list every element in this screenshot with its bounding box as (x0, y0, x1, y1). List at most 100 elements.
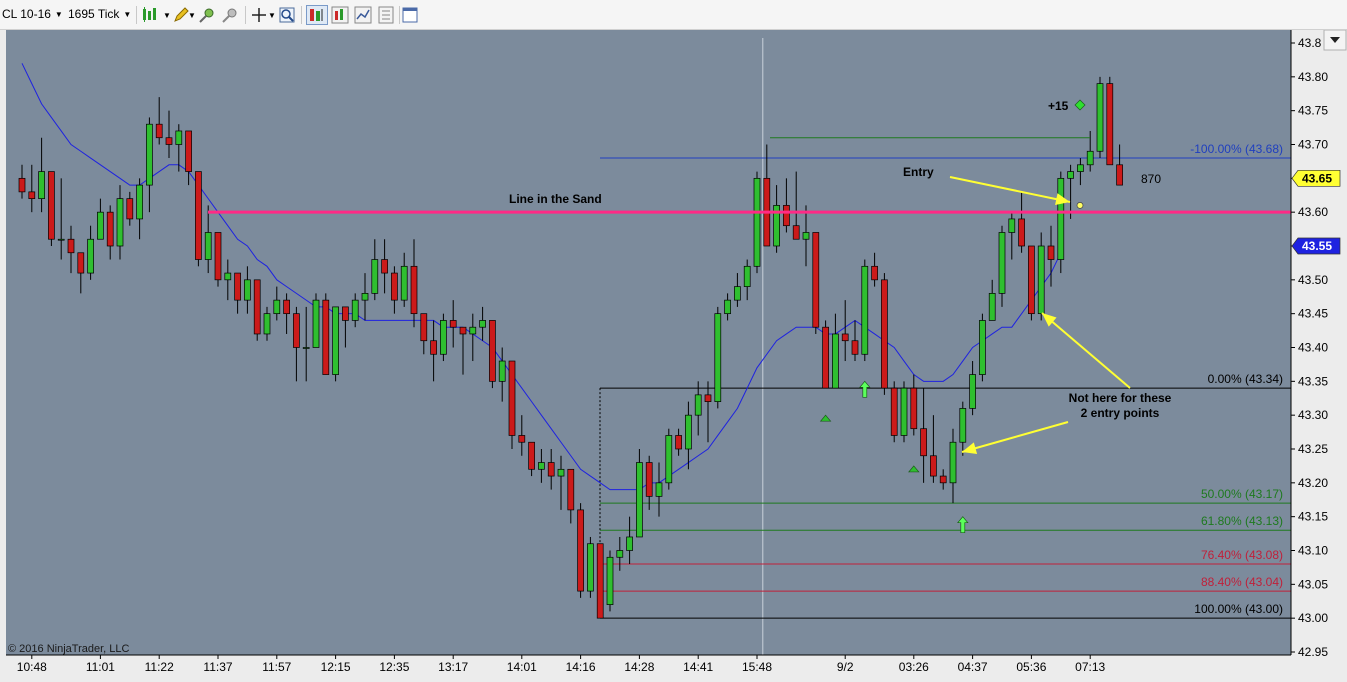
chevron-down-icon[interactable]: ▼ (188, 11, 196, 20)
candle-body (459, 326, 467, 335)
interval-selector[interactable]: 1695 Tick ▼ (68, 7, 131, 21)
candle-body (557, 468, 565, 477)
candle-body (734, 286, 741, 301)
indicators-icon[interactable] (331, 6, 349, 24)
toolbar-divider (301, 6, 302, 24)
chevron-down-icon[interactable]: ▼ (163, 11, 171, 20)
candle-body (890, 387, 898, 436)
zoom-icon[interactable] (278, 6, 296, 24)
chart-properties-icon[interactable] (377, 6, 395, 24)
instrument-selector[interactable]: CL 10-16 ▼ (2, 7, 63, 21)
fib-level-label: 88.40% (43.04) (1201, 575, 1283, 589)
candle-body (430, 340, 437, 355)
price-tick-label: 43.05 (1298, 577, 1328, 591)
candle-body (293, 313, 300, 348)
candle-body (528, 441, 535, 470)
price-tick-label: 43.50 (1298, 273, 1328, 287)
time-tick-label: 11:01 (86, 660, 115, 674)
candle-body (547, 462, 555, 477)
candle-body (155, 123, 163, 139)
time-tick-label: 9/2 (837, 660, 854, 674)
candle-body (489, 320, 496, 382)
crosshair-minus-icon[interactable] (221, 6, 239, 24)
candle-body (900, 387, 908, 436)
candle-body (214, 232, 222, 281)
window-icon[interactable] (401, 6, 419, 24)
time-tick-label: 14:01 (507, 660, 537, 674)
candle-body (704, 394, 712, 402)
chart-toolbar: CL 10-16 ▼ 1695 Tick ▼ ▼ ▼ ▼ (0, 0, 1347, 30)
not-here-label-line2: 2 entry points (1081, 406, 1160, 420)
time-tick-label: 12:15 (321, 660, 351, 674)
price-tick-label: 43.75 (1298, 104, 1328, 118)
price-tick-label: 43.80 (1298, 70, 1328, 84)
time-tick-label: 15:48 (742, 660, 772, 674)
candle-body (332, 306, 339, 375)
candle-body (616, 550, 624, 558)
interval-label: 1695 Tick (68, 7, 120, 21)
candle-body (596, 543, 604, 619)
tick-counter: 870 (1141, 172, 1161, 186)
candle-body (185, 130, 192, 172)
candle-body (969, 374, 976, 409)
strategies-icon[interactable] (354, 6, 372, 24)
fib-level-label: 50.00% (43.17) (1201, 487, 1283, 501)
time-tick-label: 11:37 (203, 660, 232, 674)
candle-body (920, 428, 927, 457)
price-tick-label: 43.15 (1298, 510, 1328, 524)
crosshair-icon[interactable] (250, 6, 268, 24)
candle-body (420, 313, 428, 342)
candle-body (959, 408, 967, 443)
candle-body (67, 238, 75, 254)
price-tick-label: 43.45 (1298, 307, 1328, 321)
time-tick-label: 14:41 (683, 660, 713, 674)
fib-level-label: 0.00% (43.34) (1208, 372, 1283, 386)
candle-body (312, 299, 320, 348)
entry-point-dot (1076, 202, 1084, 209)
candle-body (204, 232, 212, 260)
time-tick-label: 11:57 (262, 660, 291, 674)
toolbar-divider (136, 6, 137, 24)
candle-body (988, 293, 996, 321)
candle-body (685, 414, 692, 450)
candle-body (841, 333, 849, 342)
candle-body (871, 265, 878, 281)
candle-body (1047, 245, 1055, 260)
candle-body (1067, 171, 1074, 179)
candle-body (469, 326, 477, 335)
candle-body (1028, 245, 1035, 315)
price-tick-label: 43.35 (1298, 374, 1328, 388)
chevron-down-icon[interactable]: ▼ (268, 11, 276, 20)
profit-label: +15 (1048, 99, 1069, 113)
candle-body (567, 468, 575, 511)
price-tick-label: 42.95 (1298, 645, 1328, 659)
candle-body (1008, 218, 1016, 233)
candlestick-style-icon[interactable] (141, 6, 163, 24)
time-tick-label: 11:22 (145, 660, 174, 674)
time-tick-label: 07:13 (1075, 660, 1105, 674)
candle-body (97, 211, 104, 240)
crosshair-plus-icon[interactable] (198, 6, 216, 24)
chart-area[interactable]: -100.00% (43.68) 0.00% (43.34) 50.00% (43.… (0, 30, 1347, 682)
candle-body (1096, 83, 1104, 152)
data-series-icon[interactable] (306, 5, 328, 25)
candle-body (410, 265, 418, 315)
candle-body (351, 299, 359, 321)
entry-label: Entry (903, 165, 934, 179)
chevron-down-icon: ▼ (54, 10, 63, 20)
price-tick-label: 43.8 (1298, 36, 1322, 50)
price-tick-label: 43.10 (1298, 544, 1328, 558)
fib-level-label: 61.80% (43.13) (1201, 514, 1283, 528)
candle-body (655, 482, 663, 497)
candle-body (949, 441, 957, 484)
candle-body (18, 177, 26, 193)
time-tick-label: 05:36 (1016, 660, 1046, 674)
candle-body (910, 387, 918, 430)
scroll-button[interactable] (1323, 30, 1347, 51)
candle-body (400, 265, 408, 301)
time-tick-label: 10:48 (17, 660, 47, 674)
candle-body (87, 238, 94, 274)
price-chart[interactable]: -100.00% (43.68) 0.00% (43.34) 50.00% (43.… (0, 30, 1347, 682)
candle-body (146, 123, 153, 186)
last-price-badge-text: 43.65 (1302, 171, 1332, 185)
